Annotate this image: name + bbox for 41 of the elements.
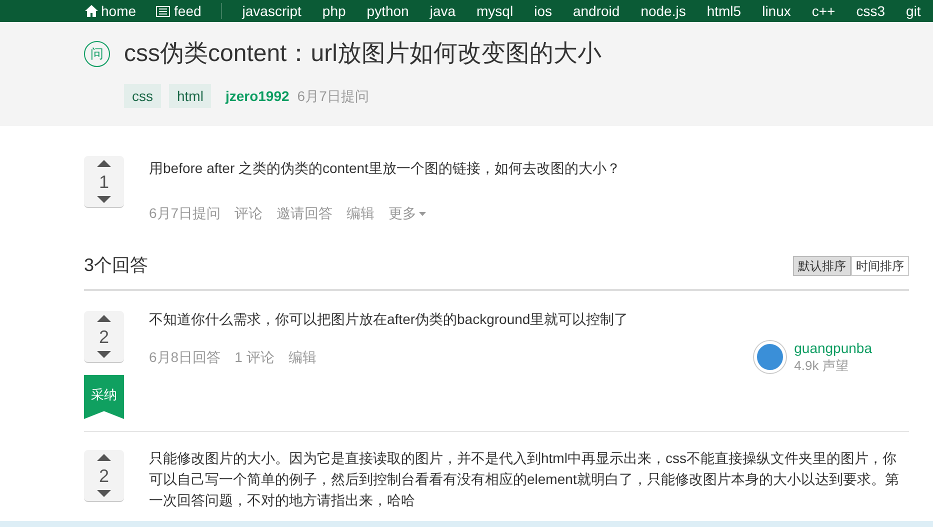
nav-link[interactable]: php bbox=[322, 0, 346, 22]
nav-link[interactable]: linux bbox=[762, 0, 791, 22]
nav-link[interactable]: mysql bbox=[476, 0, 514, 22]
question-title: css伪类content：url放图片如何改变图的大小 bbox=[124, 39, 602, 69]
nav-link[interactable]: node.js bbox=[640, 0, 686, 22]
nav-link[interactable]: javascript bbox=[242, 0, 302, 22]
feed-icon bbox=[156, 6, 170, 16]
vote-count: 2 bbox=[98, 328, 109, 346]
nav-link[interactable]: css3 bbox=[856, 0, 886, 22]
nav-link[interactable]: feed bbox=[174, 0, 202, 22]
vote-count: 2 bbox=[98, 466, 109, 484]
downvote-arrow-icon[interactable] bbox=[97, 351, 111, 358]
nav-link[interactable]: html5 bbox=[706, 0, 742, 22]
user-avatar[interactable] bbox=[754, 341, 786, 373]
sort-tab[interactable]: 默认排序 bbox=[793, 256, 851, 276]
downvote-arrow-icon[interactable] bbox=[97, 196, 111, 203]
answer-body: 不知道你什么需求，你可以把图片放在after伪类的background里就可以控制了 bbox=[149, 310, 630, 329]
answer-body: 只能修改图片的大小。因为它是直接读取的图片，并不是代入到html中再显示出来，css不能直接操纵文件夹里的图片，你可以自己写一个简单的例子，然后到控制台看看有没有相应的element就明白了，只能修改图片本身的大小以达到要求。第一次回答问题，不对的地方请指出来，哈哈 bbox=[149, 449, 900, 510]
upvote-arrow-icon[interactable] bbox=[97, 454, 111, 461]
upvote-arrow-icon[interactable] bbox=[97, 315, 111, 322]
nav-link[interactable]: android bbox=[572, 0, 620, 22]
accepted-ribbon: 采纳 bbox=[84, 375, 124, 419]
asked-date: 6月7日提问 bbox=[297, 86, 369, 106]
nav-link[interactable]: python bbox=[366, 0, 409, 22]
answers-count: 3个回答 bbox=[84, 254, 148, 277]
user-reputation: 4.9k 声望 bbox=[794, 357, 850, 374]
home-icon bbox=[85, 5, 98, 17]
nav-link[interactable]: home bbox=[101, 0, 136, 22]
sort-tab[interactable]: 时间排序 bbox=[851, 256, 909, 276]
nav-link[interactable]: git bbox=[906, 0, 921, 22]
question-body: 用before after 之类的伪类的content里放一个图的链接，如何去改图的大小？ bbox=[149, 159, 620, 178]
nav-link[interactable]: java bbox=[430, 0, 456, 22]
question-badge: 问 bbox=[84, 41, 110, 67]
upvote-arrow-icon[interactable] bbox=[97, 160, 111, 167]
downvote-arrow-icon[interactable] bbox=[97, 490, 111, 497]
nav-link[interactable]: ios bbox=[534, 0, 552, 22]
tag-chip[interactable]: html bbox=[169, 84, 212, 108]
vote-count: 1 bbox=[98, 172, 109, 190]
nav-link[interactable]: c++ bbox=[812, 0, 836, 22]
caret-icon bbox=[418, 212, 426, 216]
tag-chip[interactable]: css bbox=[124, 84, 161, 108]
